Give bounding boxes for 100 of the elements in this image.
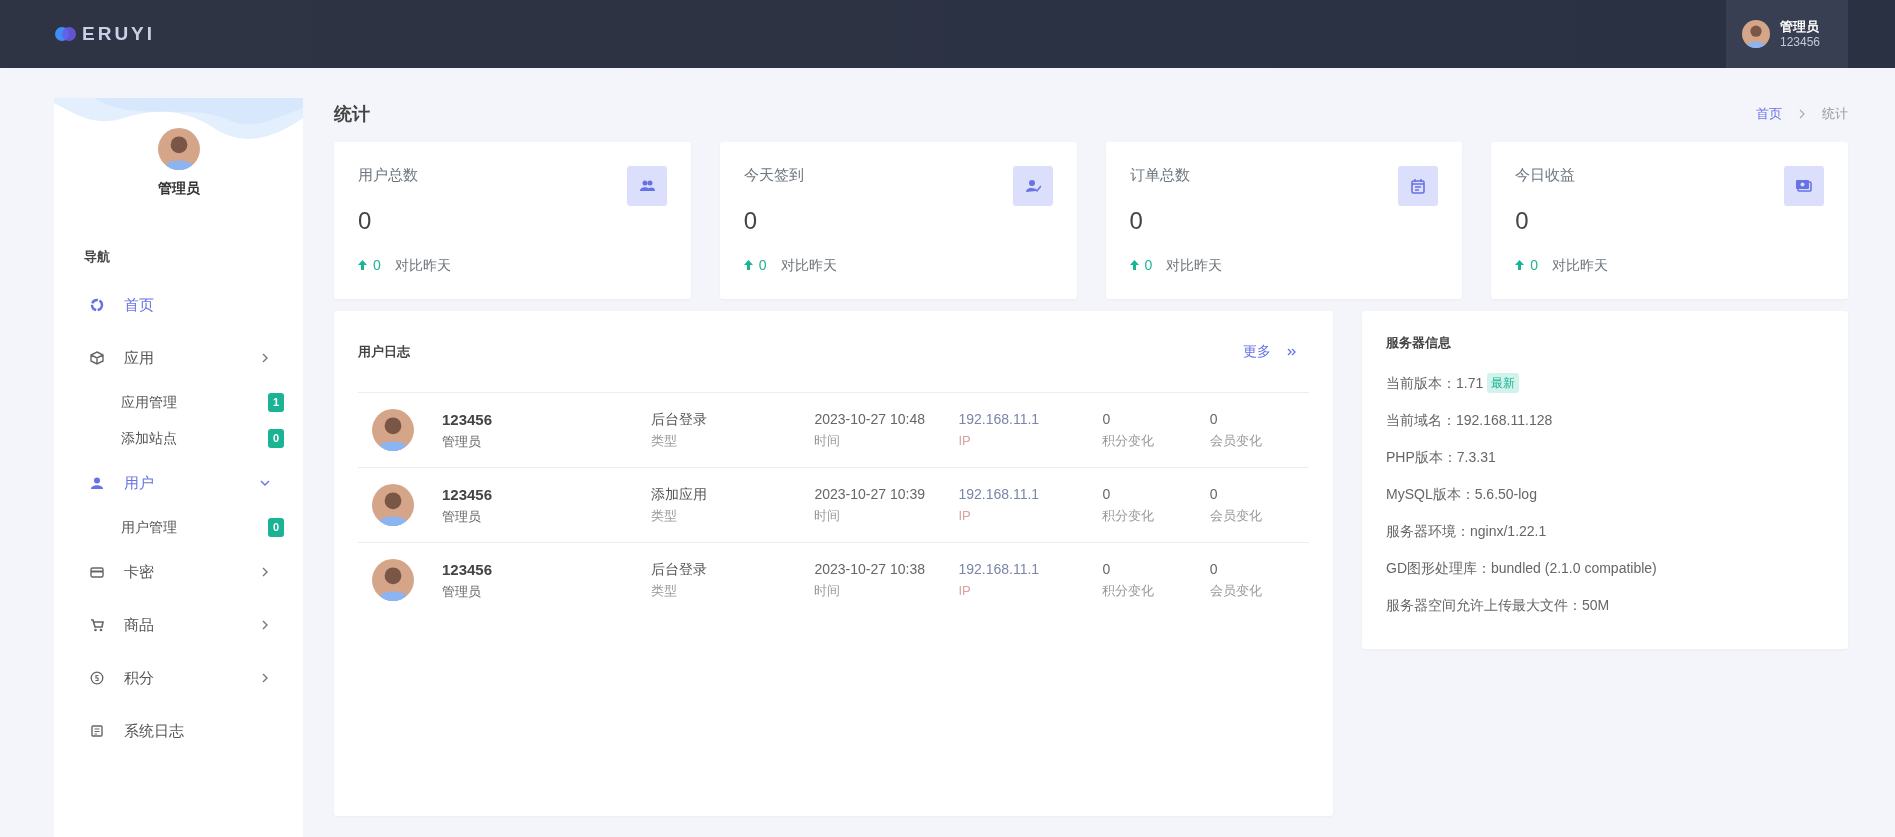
card-title: 用户日志 [358,342,410,361]
nav-item[interactable]: 卡密 [54,545,303,599]
calendar-icon [1410,178,1427,194]
log-label: 会员变化 [1209,506,1263,525]
log-label: 积分变化 [1102,581,1156,600]
log-value: 192.168.11.1 [958,560,1041,580]
log-value: 0 [1209,485,1219,505]
log-label: IP [958,581,972,600]
compare-label: 对比昨天 [1166,255,1223,275]
breadcrumb-item[interactable]: 首页 [1756,104,1782,124]
log-label: 时间 [814,581,842,600]
info-text: GD图形处理库：bundled (2.1.0 compatible) [1386,558,1657,578]
stat-value: 0 [1515,205,1529,236]
count-badge: 0 [267,429,284,448]
profile-name: 管理员 [157,179,200,198]
status-badge: 最新 [1487,373,1520,393]
delta-value: 0 [1144,255,1153,275]
log-label: 会员变化 [1209,581,1263,600]
cube-icon [90,351,104,365]
money-icon [1796,178,1812,194]
log-value: 0 [1209,560,1219,580]
info-text: 当前域名：192.168.11.128 [1386,410,1553,430]
log-label: 积分变化 [1102,431,1156,450]
section-label: 导航 [83,248,111,266]
double-chevron-icon [1287,346,1297,357]
user-role: 管理员 [442,432,482,451]
arrow-up-icon [358,260,367,270]
more-link[interactable]: 更多 [1243,341,1297,362]
user-name: 123456 [442,559,494,580]
log-value: 0 [1102,410,1112,430]
avatar [1742,20,1770,48]
arrow-up-icon [743,260,753,270]
log-value: 2023-10-27 10:39 [814,485,926,505]
stat-title: 今天签到 [743,165,804,185]
chart-icon [90,298,104,312]
arrow-up-icon [1129,260,1139,270]
avatar [372,409,414,451]
card-title: 服务器信息 [1386,334,1452,352]
users-icon [638,178,655,194]
card-icon [90,565,104,579]
user-menu[interactable]: 管理员 123456 [1726,0,1848,68]
user-name: 123456 [442,409,494,430]
log-label: 积分变化 [1102,506,1156,525]
info-text: PHP版本：7.3.31 [1386,447,1496,467]
user-check-icon [1024,178,1041,194]
log-label: 类型 [650,431,678,450]
stat-value: 0 [743,205,758,236]
log-label: IP [958,506,972,525]
log-value: 0 [1102,560,1112,580]
arrow-up-icon [1515,260,1525,270]
info-text: 当前版本：1.71 [1386,373,1484,393]
nav-item[interactable]: 用户 [54,456,303,510]
delta-value: 0 [758,255,767,275]
stat-value: 0 [358,205,372,236]
log-value: 0 [1209,410,1219,430]
count-badge: 0 [267,518,284,537]
log-label: 会员变化 [1209,431,1263,450]
stat-title: 用户总数 [358,165,418,185]
nav-subitem[interactable]: 用户管理 0 [54,509,303,546]
log-value: 2023-10-27 10:38 [814,560,926,580]
nav-item[interactable]: 商品 [54,598,303,652]
log-label: 时间 [814,431,842,450]
logo-icon [54,26,78,42]
log-value: 192.168.11.1 [958,410,1041,430]
user-icon [90,476,104,490]
info-text: 服务器环境：nginx/1.22.1 [1386,521,1547,541]
user-role: 管理员 [442,582,482,601]
stat-title: 今日收益 [1515,165,1576,185]
stat-title: 订单总数 [1129,165,1190,185]
nav-subitem[interactable]: 添加站点 0 [54,420,303,457]
count-badge: 1 [267,393,284,412]
info-text: 服务器空间允许上传最大文件：50M [1386,595,1610,615]
log-value: 添加应用 [650,485,708,505]
log-value: 192.168.11.1 [958,485,1041,505]
cart-icon [90,618,104,632]
user-role: 管理员 [442,507,482,526]
compare-label: 对比昨天 [1552,255,1609,275]
compare-label: 对比昨天 [394,255,451,275]
nav-item[interactable]: 系统日志 [54,704,303,758]
log-value: 后台登录 [650,410,708,430]
avatar [372,484,414,526]
breadcrumb-item: 统计 [1822,105,1848,124]
avatar [157,128,200,170]
coin-icon [90,671,104,685]
log-value: 后台登录 [650,560,708,580]
info-text: MySQL版本：5.6.50-log [1386,484,1537,504]
log-label: IP [958,431,972,450]
log-value: 0 [1102,485,1112,505]
breadcrumb-separator-icon [1798,109,1806,119]
compare-label: 对比昨天 [780,255,837,275]
nav-subitem[interactable]: 应用管理 1 [54,384,303,421]
log-label: 类型 [650,581,678,600]
nav-item[interactable]: 首页 [54,278,303,332]
document-icon [90,724,104,738]
nav-item[interactable]: 应用 [54,331,303,385]
nav-item[interactable]: 积分 [54,651,303,705]
log-label: 时间 [814,506,842,525]
logo-text: ERUYI [82,21,156,46]
delta-value: 0 [373,255,381,275]
delta-value: 0 [1530,255,1539,275]
